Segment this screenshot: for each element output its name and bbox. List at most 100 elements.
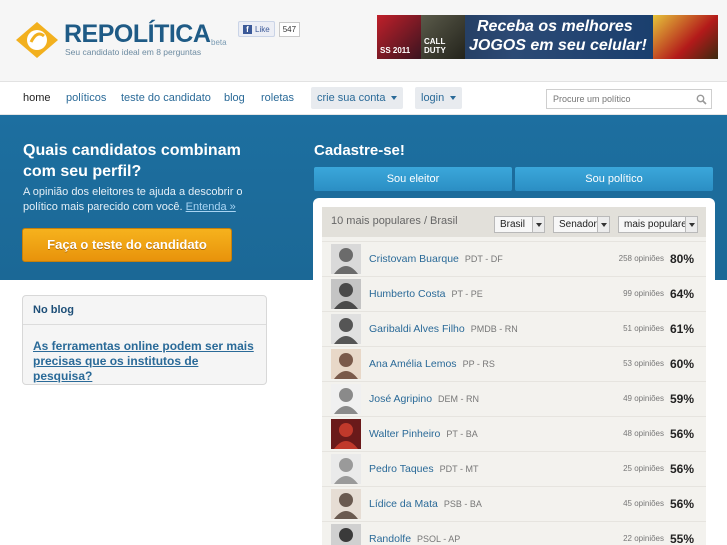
match-percentage: 60% <box>669 357 694 371</box>
politician-name[interactable]: Humberto Costa PT - PE <box>369 288 483 300</box>
match-percentage: 56% <box>669 427 694 441</box>
politician-name-text[interactable]: Humberto Costa <box>369 288 445 300</box>
politician-row[interactable]: Lídice da Mata PSB - BA 45 opiniões 56% <box>322 486 706 521</box>
create-account-label: crie sua conta <box>317 92 386 104</box>
politician-name-text[interactable]: Pedro Taques <box>369 463 434 475</box>
opinion-count: 99 opiniões <box>623 289 664 298</box>
politician-name[interactable]: Garibaldi Alves Filho PMDB - RN <box>369 323 518 335</box>
opinion-count: 49 opiniões <box>623 394 664 403</box>
hero-title: Quais candidatos combinam <box>23 142 241 159</box>
ad-game-title: CALL DUTY <box>424 37 446 55</box>
politician-avatar[interactable] <box>331 489 361 519</box>
politician-avatar[interactable] <box>331 314 361 344</box>
voter-signup-button[interactable]: Sou eleitor <box>314 167 512 191</box>
politician-name[interactable]: José Agripino DEM - RN <box>369 393 479 405</box>
politician-party: PP - RS <box>462 359 495 369</box>
politician-party: PSOL - AP <box>417 534 461 544</box>
politician-row[interactable]: Walter Pinheiro PT - BA 48 opiniões 56% <box>322 416 706 451</box>
search-icon[interactable] <box>696 94 707 105</box>
politician-avatar[interactable] <box>331 384 361 414</box>
politician-row[interactable]: Cristovam Buarque PDT - DF 258 opiniões 80% <box>322 241 706 276</box>
facebook-icon: f <box>243 24 252 34</box>
politician-name[interactable]: Cristovam Buarque PDT - DF <box>369 253 503 265</box>
site-tagline: Seu candidato ideal em 8 perguntas <box>65 47 202 57</box>
politician-name[interactable]: Ana Amélia Lemos PP - RS <box>369 358 495 370</box>
nav-home[interactable]: home <box>23 92 51 104</box>
chevron-down-icon <box>597 217 609 232</box>
opinion-count: 25 opiniões <box>623 464 664 473</box>
sort-select[interactable]: mais populare <box>618 216 698 233</box>
opinion-count: 45 opiniões <box>623 499 664 508</box>
search-box <box>546 89 712 109</box>
politician-name-text[interactable]: Cristovam Buarque <box>369 253 459 265</box>
nav-blog[interactable]: blog <box>224 92 245 104</box>
chevron-down-icon <box>450 96 457 100</box>
politician-name[interactable]: Pedro Taques PDT - MT <box>369 463 478 475</box>
beta-label: beta <box>211 38 227 47</box>
politician-avatar[interactable] <box>331 419 361 449</box>
politician-row[interactable]: Garibaldi Alves Filho PMDB - RN 51 opiniõe… <box>322 311 706 346</box>
match-percentage: 56% <box>669 462 694 476</box>
blog-box-title: No blog <box>33 304 74 316</box>
politician-party: PMDB - RN <box>470 324 518 334</box>
blog-box: No blog As ferramentas online podem ser … <box>22 295 267 385</box>
politician-row[interactable]: Randolfe PSOL - AP 22 opiniões 55% <box>322 521 706 545</box>
learn-more-link[interactable]: Entenda » <box>186 201 236 213</box>
blog-post-link[interactable]: As ferramentas online podem ser mais pre… <box>33 339 261 384</box>
logo-icon[interactable] <box>14 20 60 60</box>
politician-name-text[interactable]: Walter Pinheiro <box>369 428 440 440</box>
hero-title: com seu perfil? <box>23 163 142 180</box>
politician-avatar[interactable] <box>331 454 361 484</box>
match-percentage: 61% <box>669 322 694 336</box>
politician-signup-button[interactable]: Sou político <box>515 167 713 191</box>
politician-avatar[interactable] <box>331 244 361 274</box>
nav-roletas[interactable]: roletas <box>261 92 294 104</box>
nav-politicians[interactable]: políticos <box>66 92 106 104</box>
politician-party: PSB - BA <box>443 499 482 509</box>
politician-row[interactable]: Pedro Taques PDT - MT 25 opiniões 56% <box>322 451 706 486</box>
politician-avatar[interactable] <box>331 279 361 309</box>
politician-name[interactable]: Lídice da Mata PSB - BA <box>369 498 482 510</box>
politician-row[interactable]: José Agripino DEM - RN 49 opiniões 59% <box>322 381 706 416</box>
facebook-like-button[interactable]: f Like <box>238 21 275 37</box>
region-select[interactable]: Brasil <box>494 216 545 233</box>
politician-avatar[interactable] <box>331 349 361 379</box>
facebook-like-count: 547 <box>278 21 301 37</box>
login-dropdown[interactable]: login <box>415 87 463 109</box>
opinion-count: 22 opiniões <box>623 534 664 543</box>
opinion-count: 48 opiniões <box>623 429 664 438</box>
politician-party: PT - BA <box>446 429 478 439</box>
politician-row[interactable]: Humberto Costa PT - PE 99 opiniões 64% <box>322 276 706 311</box>
match-percentage: 55% <box>669 532 694 545</box>
politician-row[interactable]: Ana Amélia Lemos PP - RS 53 opiniões 60% <box>322 346 706 381</box>
politician-name-text[interactable]: Garibaldi Alves Filho <box>369 323 465 335</box>
facebook-like-label: Like <box>255 24 270 34</box>
nav-candidate-test[interactable]: teste do candidato <box>121 92 211 104</box>
opinion-count: 53 opiniões <box>623 359 664 368</box>
match-percentage: 56% <box>669 497 694 511</box>
politician-name[interactable]: Walter Pinheiro PT - BA <box>369 428 478 440</box>
ad-game-thumbnail: SS 2011 <box>377 15 421 59</box>
politician-name[interactable]: Randolfe PSOL - AP <box>369 533 460 545</box>
search-input[interactable] <box>547 90 687 108</box>
office-select[interactable]: Senador <box>553 216 610 233</box>
politician-party: DEM - RN <box>438 394 480 404</box>
signup-title: Cadastre-se! <box>314 142 405 159</box>
office-select-value: Senador <box>559 219 597 230</box>
ad-game-title: SS 2011 <box>380 46 411 55</box>
opinion-count: 258 opiniões <box>618 254 664 263</box>
match-percentage: 64% <box>669 287 694 301</box>
politician-name-text[interactable]: Ana Amélia Lemos <box>369 358 457 370</box>
take-test-button[interactable]: Faça o teste do candidato <box>22 228 232 262</box>
create-account-dropdown[interactable]: crie sua conta <box>311 87 404 109</box>
chevron-down-icon <box>391 96 398 100</box>
politician-name-text[interactable]: Lídice da Mata <box>369 498 438 510</box>
ad-game-thumbnail: CALL DUTY <box>421 15 465 59</box>
ad-banner[interactable]: SS 2011 CALL DUTY Receba os melhores JOG… <box>377 15 718 59</box>
politician-name-text[interactable]: Randolfe <box>369 533 411 545</box>
logo-text[interactable]: REPOLÍTICA <box>64 20 211 49</box>
politician-name-text[interactable]: José Agripino <box>369 393 432 405</box>
politician-avatar[interactable] <box>331 524 361 545</box>
ad-game-thumbnail <box>653 15 718 59</box>
hero-description: A opinião dos eleitores te ajuda a desco… <box>23 185 273 215</box>
